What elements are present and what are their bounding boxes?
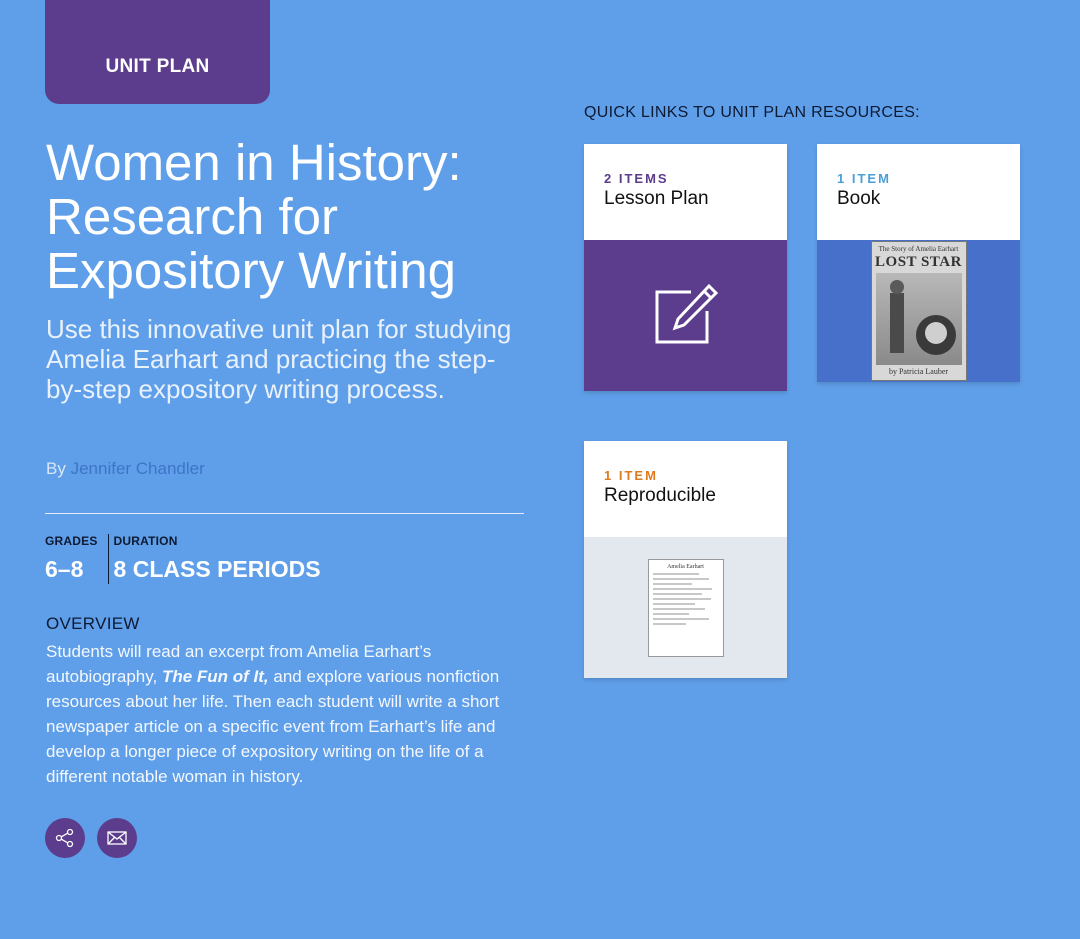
card-image (584, 240, 787, 391)
card-label: Lesson Plan (604, 188, 709, 209)
resource-card-reproducible[interactable]: 1 ITEM Reproducible Amelia Earhart (584, 441, 787, 678)
resource-card-book[interactable]: 1 ITEM Book The Story of Amelia Earhart … (817, 144, 1020, 382)
card-label: Book (837, 188, 881, 209)
card-count: 1 ITEM (837, 171, 891, 186)
worksheet-title: Amelia Earhart (667, 563, 704, 570)
book-cover-subtitle: The Story of Amelia Earhart (878, 245, 959, 253)
worksheet-thumbnail: Amelia Earhart (647, 558, 724, 657)
share-button[interactable] (45, 818, 85, 858)
unit-plan-badge: UNIT PLAN (45, 0, 270, 104)
mail-icon (107, 831, 127, 845)
grades-label: GRADES (45, 534, 98, 548)
unit-meta: GRADES 6–8 DURATION 8 CLASS PERIODS (45, 534, 321, 584)
grades-block: GRADES 6–8 (45, 534, 109, 584)
email-button[interactable] (97, 818, 137, 858)
quick-links-heading: QUICK LINKS TO UNIT PLAN RESOURCES: (584, 104, 920, 121)
card-image: Amelia Earhart (584, 537, 787, 678)
edit-icon (655, 283, 718, 343)
duration-label: DURATION (113, 534, 178, 548)
page-subtitle: Use this innovative unit plan for studyi… (46, 314, 512, 404)
card-count: 1 ITEM (604, 468, 658, 483)
duration-value: 8 CLASS PERIODS (113, 556, 321, 582)
overview-book-title: The Fun of It, (161, 667, 269, 686)
resource-card-lesson-plan[interactable]: 2 ITEMS Lesson Plan (584, 144, 787, 391)
author-link[interactable]: Jennifer Chandler (71, 459, 205, 478)
card-header: 2 ITEMS Lesson Plan (584, 144, 787, 240)
book-cover-title: LOST STAR (875, 254, 962, 270)
card-header: 1 ITEM Book (817, 144, 1020, 240)
card-image: The Story of Amelia Earhart LOST STAR by… (817, 240, 1020, 382)
card-count: 2 ITEMS (604, 171, 669, 186)
share-icon (55, 828, 74, 848)
byline-prefix: By (46, 459, 66, 478)
card-header: 1 ITEM Reproducible (584, 441, 787, 537)
book-cover-image: The Story of Amelia Earhart LOST STAR by… (870, 241, 967, 381)
duration-block: DURATION 8 CLASS PERIODS (109, 534, 321, 584)
card-label: Reproducible (604, 485, 716, 506)
overview-text: Students will read an excerpt from Ameli… (46, 639, 530, 789)
overview-heading: OVERVIEW (46, 614, 140, 633)
grades-value: 6–8 (45, 556, 84, 582)
book-cover-photo (875, 273, 962, 365)
page-title: Women in History: Research for Expositor… (46, 134, 462, 299)
divider (45, 513, 524, 514)
byline: By Jennifer Chandler (46, 459, 205, 479)
book-cover-author: by Patricia Lauber (888, 367, 949, 376)
